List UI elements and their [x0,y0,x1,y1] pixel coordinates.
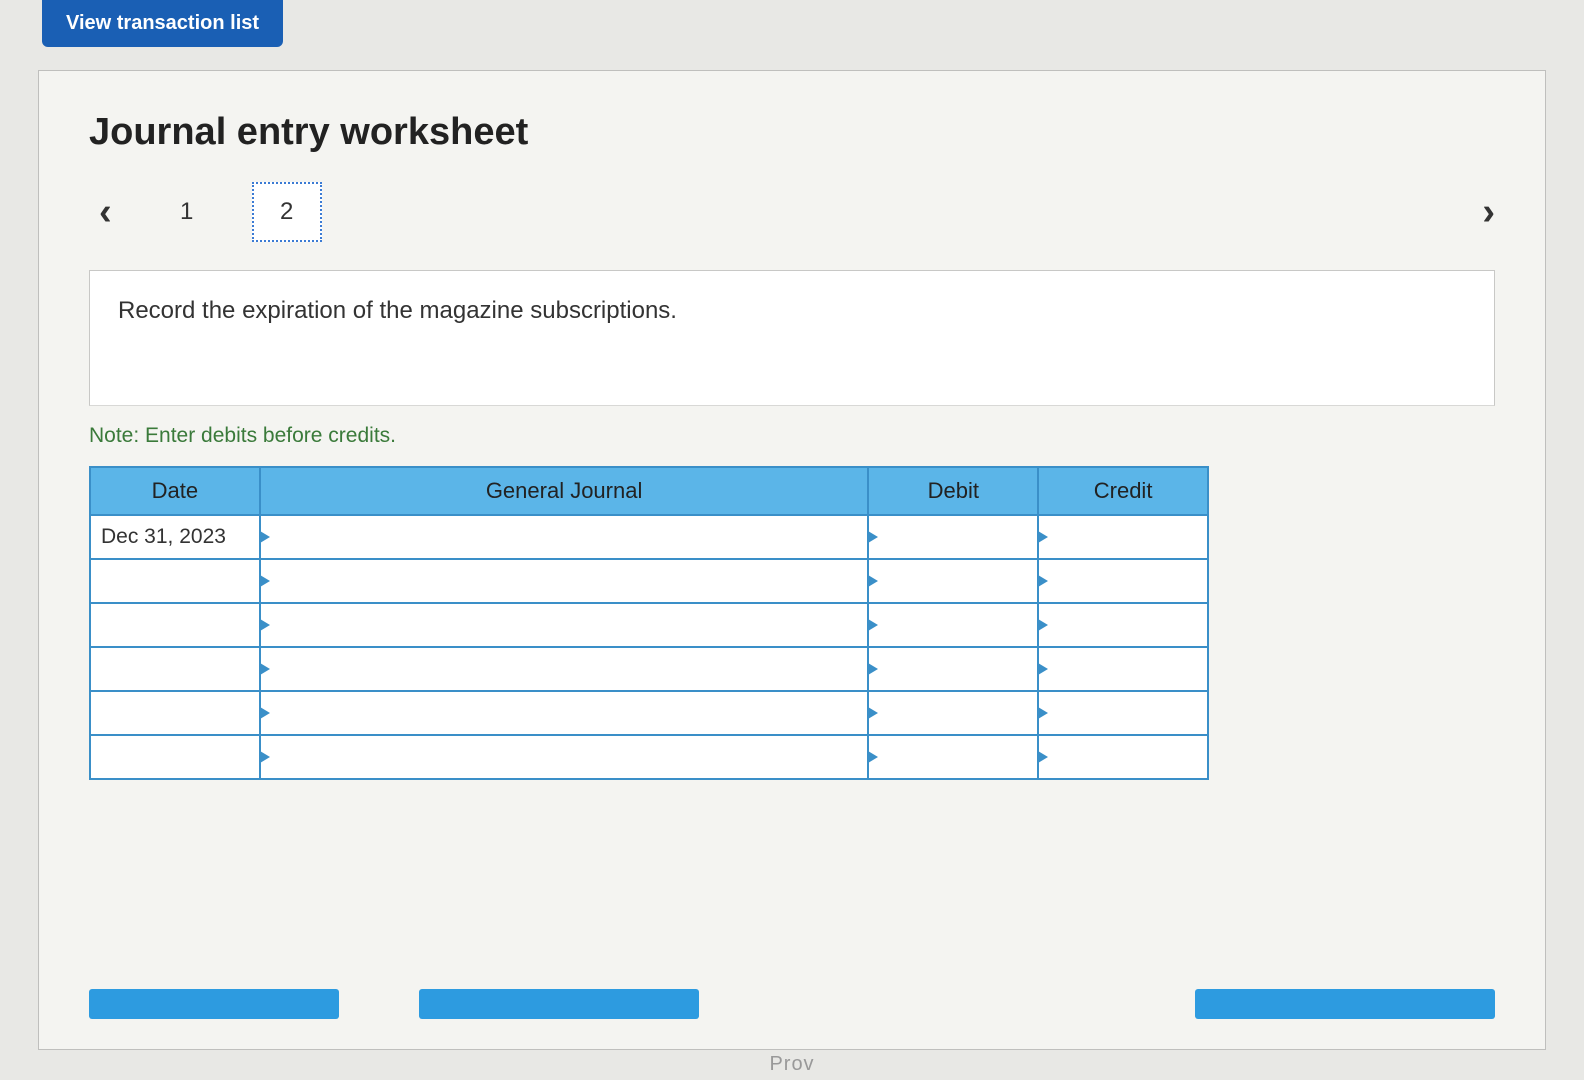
col-header-credit: Credit [1038,467,1208,515]
dropdown-icon [868,575,878,587]
dropdown-icon [1038,575,1048,587]
chevron-left-icon[interactable]: ‹ [89,191,122,234]
journal-table: Date General Journal Debit Credit Dec 31… [89,466,1209,780]
table-row: Dec 31, 2023 [90,515,1208,559]
cell-debit[interactable] [868,647,1038,691]
table-row [90,559,1208,603]
action-button-3[interactable] [1195,989,1495,1019]
dropdown-icon [260,619,270,631]
worksheet-heading: Journal entry worksheet [89,111,1495,154]
col-header-general-journal: General Journal [260,467,869,515]
cell-debit[interactable] [868,559,1038,603]
dropdown-icon [1038,663,1048,675]
dropdown-icon [260,663,270,675]
dropdown-icon [260,575,270,587]
cell-debit[interactable] [868,515,1038,559]
dropdown-icon [260,531,270,543]
cell-credit[interactable] [1038,735,1208,779]
bottom-button-bar [89,989,1495,1019]
table-row [90,691,1208,735]
cell-debit[interactable] [868,735,1038,779]
dropdown-icon [868,619,878,631]
cell-date[interactable] [90,603,260,647]
cell-date[interactable] [90,647,260,691]
cell-credit[interactable] [1038,559,1208,603]
cell-general-journal[interactable] [260,647,869,691]
action-button-1[interactable] [89,989,339,1019]
chevron-right-icon[interactable]: › [1472,191,1505,234]
dropdown-icon [1038,707,1048,719]
cell-debit[interactable] [868,691,1038,735]
col-header-date: Date [90,467,260,515]
worksheet-panel: Journal entry worksheet ‹ 1 2 › Record t… [38,70,1546,1050]
pager: ‹ 1 2 › [89,182,1495,242]
table-row [90,647,1208,691]
instruction-box: Record the expiration of the magazine su… [89,270,1495,406]
cell-credit[interactable] [1038,515,1208,559]
cell-date[interactable] [90,735,260,779]
footer-text: Prov [0,1053,1584,1076]
cell-credit[interactable] [1038,691,1208,735]
dropdown-icon [1038,751,1048,763]
cell-general-journal[interactable] [260,559,869,603]
cell-general-journal[interactable] [260,735,869,779]
cell-general-journal[interactable] [260,515,869,559]
dropdown-icon [868,707,878,719]
cell-date[interactable]: Dec 31, 2023 [90,515,260,559]
pager-item-1[interactable]: 1 [152,182,222,242]
cell-credit[interactable] [1038,647,1208,691]
dropdown-icon [260,751,270,763]
dropdown-icon [868,531,878,543]
cell-date[interactable] [90,691,260,735]
table-row [90,735,1208,779]
note-text: Note: Enter debits before credits. [89,424,1495,448]
dropdown-icon [868,751,878,763]
action-button-2[interactable] [419,989,699,1019]
view-transaction-list-button[interactable]: View transaction list [42,0,283,47]
cell-date[interactable] [90,559,260,603]
dropdown-icon [868,663,878,675]
dropdown-icon [1038,619,1048,631]
cell-debit[interactable] [868,603,1038,647]
cell-general-journal[interactable] [260,691,869,735]
dropdown-icon [260,707,270,719]
cell-general-journal[interactable] [260,603,869,647]
table-row [90,603,1208,647]
dropdown-icon [1038,531,1048,543]
cell-credit[interactable] [1038,603,1208,647]
pager-item-2[interactable]: 2 [252,182,322,242]
col-header-debit: Debit [868,467,1038,515]
